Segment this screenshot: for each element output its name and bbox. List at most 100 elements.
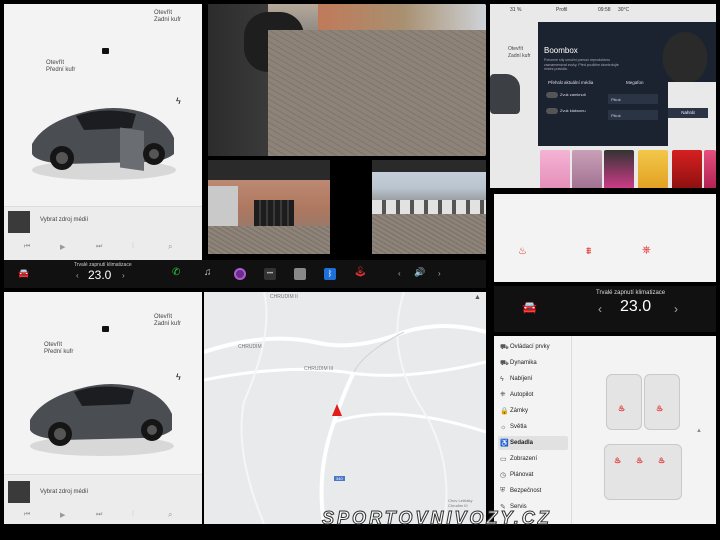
search-icon[interactable]: ⌕ (168, 242, 172, 252)
volume-up-icon[interactable]: › (438, 269, 441, 278)
media-source-prompt[interactable]: Vybrat zdroj médií (40, 217, 88, 224)
settings-menu-item[interactable]: ♿ Sedadla (500, 436, 564, 450)
record-button[interactable]: Nahrát (668, 108, 708, 118)
lock-icon[interactable] (102, 326, 109, 332)
shield-icon: ⛨ (500, 487, 506, 494)
rear-trunk-button[interactable]: Otevřít Zadní kufr (154, 314, 181, 328)
car-partial-image (490, 74, 520, 114)
sound-tile-1[interactable] (540, 150, 570, 188)
album-art (8, 481, 30, 503)
settings-panel: ⛟ Ovládací prvky ⛟ Dynamika ϟ Nabíjení ⎈ Autopi… (494, 336, 716, 524)
rear-trunk-button[interactable]: Otevřít Zadní kufr (508, 46, 531, 60)
display-icon: ▭ (500, 456, 507, 463)
front-trunk-button[interactable]: Otevřít Přední kufr (44, 342, 73, 356)
settings-menu-item[interactable]: ⛨ Bezpečnost (500, 484, 564, 498)
watermark: SPORTOVNIVOZY.CZ (322, 508, 552, 529)
sound-tile-4[interactable] (638, 150, 668, 188)
settings-menu-label: Ovládací prvky (510, 344, 550, 350)
settings-menu-label: Nabíjení (510, 376, 533, 382)
media-source-prompt[interactable]: Vybrat zdroj médií (40, 489, 88, 496)
equalizer-icon[interactable]: ⫶ (132, 243, 134, 251)
map-poi: Chov Letňáky Chrudim III (448, 498, 473, 508)
temp-decrease[interactable]: ‹ (76, 271, 79, 280)
profile-button[interactable]: Profil (556, 7, 567, 13)
rear-right-heat-icon[interactable]: ♨ (658, 456, 665, 465)
sound-select-2[interactable]: Pikuk (608, 110, 658, 120)
horn-sound-toggle[interactable] (546, 108, 558, 114)
scroll-up-icon[interactable]: ▲ (696, 428, 702, 434)
media-area: Vybrat zdroj médií ⏮ ▶ ⏭ ⫶ ⌕ (4, 474, 202, 524)
volume-icon[interactable]: 🔊 (414, 267, 425, 278)
seat-heater-icon[interactable]: ♨ (518, 246, 527, 257)
settings-menu-label: Bezpečnost (510, 488, 542, 494)
temperature-value: 23.0 (88, 268, 112, 282)
settings-menu-item[interactable]: ϟ Nabíjení (500, 372, 564, 386)
search-icon[interactable]: ⌕ (168, 510, 172, 520)
next-track-icon[interactable]: ⏭ (96, 511, 102, 519)
rear-seat-bench[interactable] (604, 444, 682, 500)
car-icon[interactable]: 🚘 (18, 268, 29, 279)
temp-decrease[interactable]: ‹ (598, 302, 602, 316)
settings-menu-item[interactable]: ⛟ Ovládací prvky (500, 340, 564, 354)
next-track-icon[interactable]: ⏭ (96, 243, 102, 251)
rear-defrost-icon[interactable]: ⩩ (586, 246, 591, 257)
front-left-seat[interactable] (606, 374, 642, 430)
joystick-icon[interactable]: 🕹 (354, 267, 367, 278)
front-right-heat-icon[interactable]: ♨ (656, 404, 663, 413)
play-icon[interactable]: ▶ (60, 511, 65, 519)
rear-center-heat-icon[interactable]: ♨ (636, 456, 643, 465)
front-left-heat-icon[interactable]: ♨ (618, 404, 625, 413)
seat-heat-panel: ♨ ⩩ ⎈ (494, 194, 716, 282)
settings-menu-item[interactable]: ☼ Světla (500, 420, 564, 434)
steering-heater-icon[interactable]: ⎈ (642, 244, 651, 257)
settings-menu-item[interactable]: ⎈ Autopilot (500, 388, 564, 402)
rear-trunk-button[interactable]: Otevřít Zadní kufr (154, 10, 181, 24)
navigation-map[interactable]: CHRUDIM II CHRUDIM CHRUDIM III 340 Chov … (204, 292, 486, 524)
prev-track-icon[interactable]: ⏮ (24, 243, 30, 251)
horn-sound-label: Zvuk klaksonu (560, 108, 586, 113)
front-right-seat[interactable] (644, 374, 680, 430)
rear-left-heat-icon[interactable]: ♨ (614, 456, 621, 465)
lock-sound-toggle[interactable] (546, 92, 558, 98)
music-icon[interactable]: ♫ (204, 267, 212, 278)
car-image (30, 384, 174, 456)
boombox-description: Pohonné síly umožní pomocí reproduktoru … (544, 58, 619, 71)
app-icon[interactable] (294, 268, 306, 280)
temp-increase[interactable]: › (122, 271, 125, 280)
navigation-arrow-icon (332, 404, 342, 416)
lock-icon[interactable] (102, 48, 109, 54)
sound-select-1[interactable]: Pikuk (608, 94, 658, 104)
car-icon[interactable]: 🚘 (522, 300, 537, 314)
more-icon[interactable]: ••• (264, 268, 276, 280)
lock-sound-label: Zvuk zamknutí (560, 92, 587, 97)
media-area: Vybrat zdroj médií ⏮ ▶ ⏭ ⫶ ⌕ (4, 206, 202, 260)
boombox-title: Boombox (544, 46, 578, 55)
battery-level: 31 % (510, 7, 522, 13)
sound-tile-3[interactable] (604, 150, 634, 188)
settings-menu-item[interactable]: ◷ Plánovat (500, 468, 564, 482)
bluetooth-icon[interactable]: ᛒ (324, 268, 336, 280)
prev-track-icon[interactable]: ⏮ (24, 511, 30, 519)
settings-menu-item[interactable]: ▭ Zobrazení (500, 452, 564, 466)
equalizer-icon[interactable]: ⫶ (132, 511, 134, 519)
steering-icon: ⎈ (500, 391, 506, 398)
light-icon: ☼ (500, 423, 507, 431)
sound-tile-5[interactable] (672, 150, 702, 188)
camera-icon[interactable] (234, 268, 246, 280)
settings-menu-item[interactable]: 🔒 Zámky (500, 404, 564, 418)
album-art (8, 211, 30, 233)
sound-tile-6[interactable] (704, 150, 716, 188)
bolt-icon: ϟ (500, 375, 504, 383)
compass-icon[interactable]: ▲ (474, 294, 481, 301)
status-bar: 31 % Profil 09:58 30°C (490, 4, 716, 16)
temperature-value: 23.0 (620, 298, 652, 315)
front-trunk-button[interactable]: Otevřít Přední kufr (46, 60, 75, 74)
play-icon[interactable]: ▶ (60, 243, 65, 251)
temp-increase[interactable]: › (674, 302, 678, 316)
boombox-screen: 31 % Profil 09:58 30°C Otevřít Zadní kuf… (490, 4, 716, 188)
volume-down-icon[interactable]: ‹ (398, 269, 401, 278)
sound-tile-2[interactable] (572, 150, 602, 188)
settings-menu-label: Sedadla (510, 440, 534, 446)
settings-menu-item[interactable]: ⛟ Dynamika (500, 356, 564, 370)
phone-icon[interactable]: ✆ (172, 267, 180, 278)
